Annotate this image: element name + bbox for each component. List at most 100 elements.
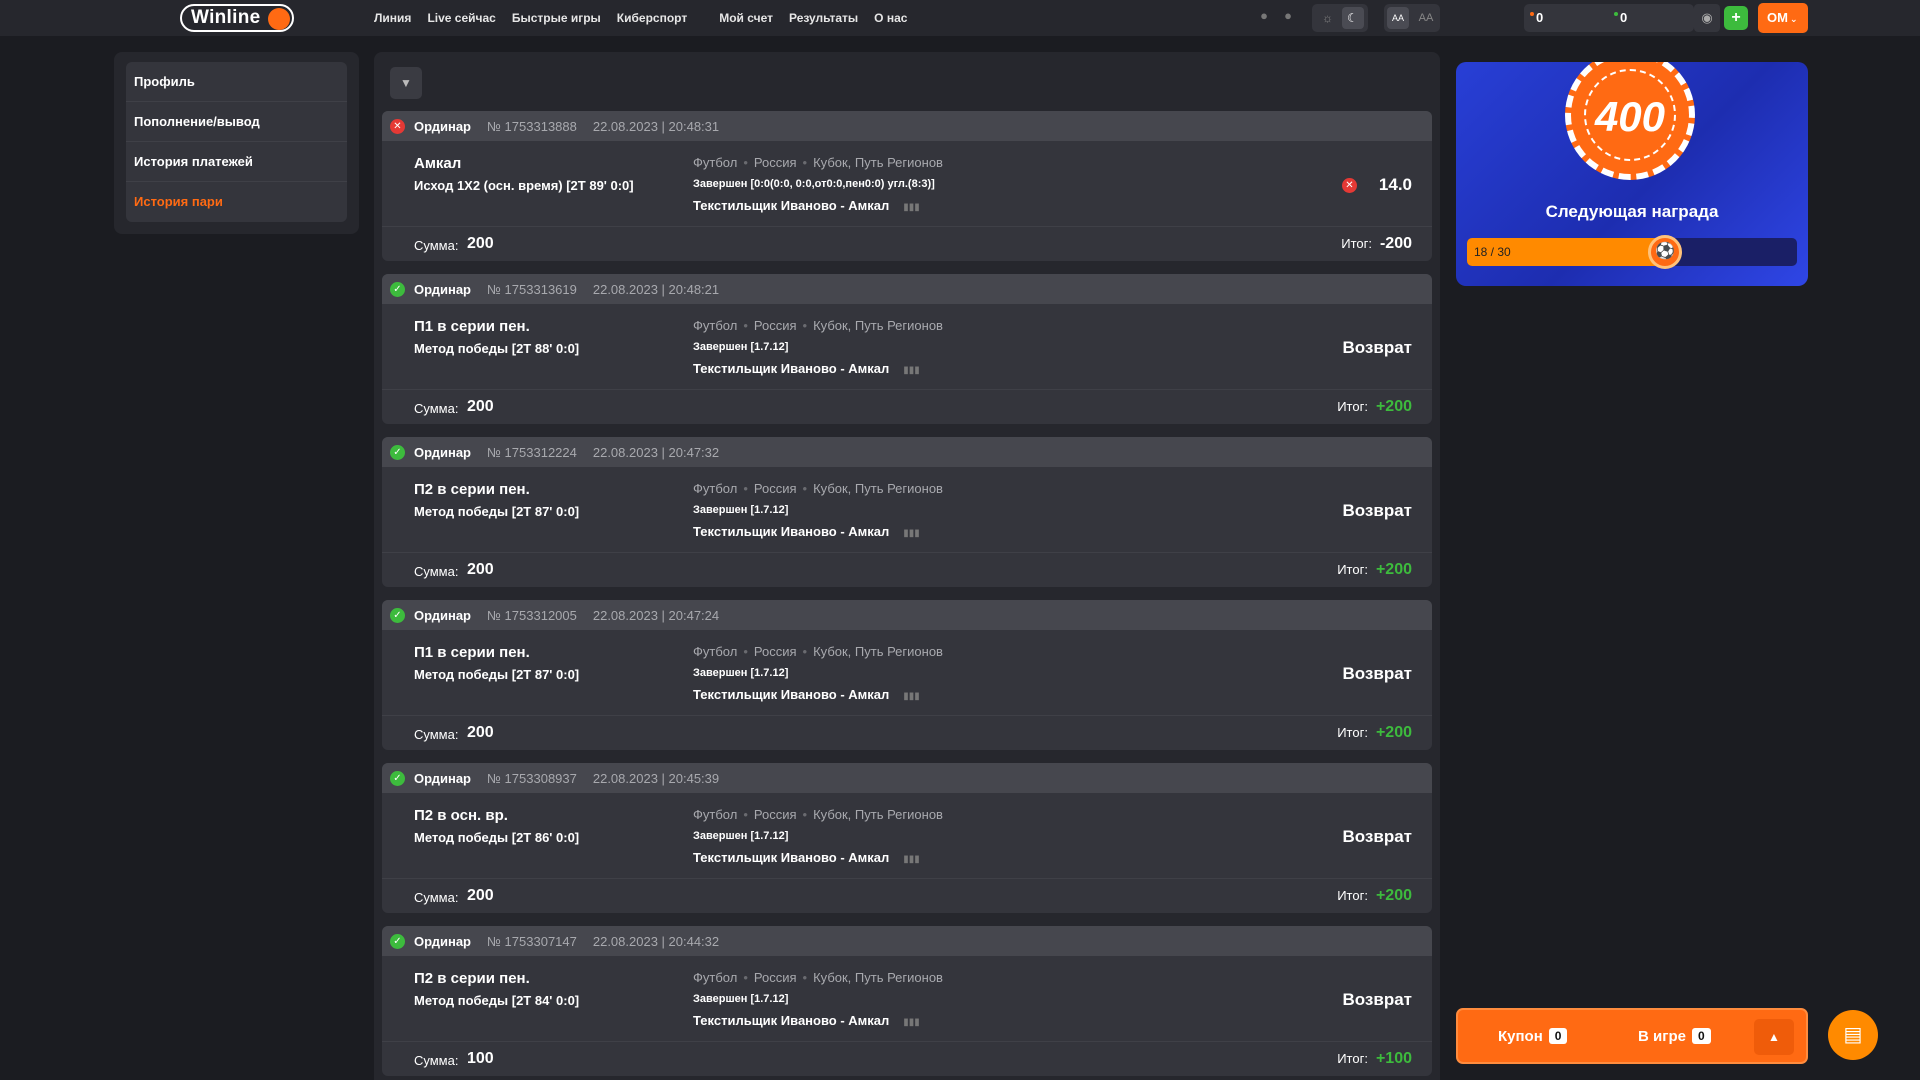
stats-icon[interactable]: ▮▮▮ xyxy=(903,691,920,702)
bet-card[interactable]: ✓ Ординар № 1753313619 22.08.2023 | 20:4… xyxy=(382,274,1432,424)
chat-icon[interactable]: ▤ xyxy=(1828,1010,1878,1060)
eye-icon[interactable]: ◉ xyxy=(1694,4,1720,32)
user-menu-button[interactable]: OM ⌄ xyxy=(1758,3,1808,33)
event-teams[interactable]: Текстильщик Иваново - Амкал ▮▮▮ xyxy=(693,687,920,702)
progress-text: 18 / 30 xyxy=(1474,245,1511,259)
lose-icon: ✕ xyxy=(1341,178,1357,193)
status-icon: ✕ xyxy=(390,118,405,134)
stats-icon[interactable]: ▮▮▮ xyxy=(903,854,920,865)
stats-icon[interactable]: ▮▮▮ xyxy=(903,528,920,539)
sidebar-item-bet-history[interactable]: История пари xyxy=(126,182,347,222)
top-header: Winline Линия Live сейчас Быстрые игры К… xyxy=(0,0,1920,36)
country: Россия xyxy=(753,807,797,822)
stats-icon[interactable]: ▮▮▮ xyxy=(903,202,920,213)
bet-card-body: П2 в серии пен. Метод победы [2Т 84' 0:0… xyxy=(382,956,1432,1042)
result-label: Итог: xyxy=(1337,725,1368,740)
result-label: Итог: xyxy=(1337,399,1368,414)
reward-widget[interactable]: 400 Следующая награда 18 / 30 ⚽ xyxy=(1456,62,1808,286)
event-teams[interactable]: Текстильщик Иваново - Амкал ▮▮▮ xyxy=(693,198,920,213)
chevron-up-icon[interactable]: ▲ xyxy=(1754,1019,1794,1055)
bet-card-footer: Сумма: 200 Итог: +200 xyxy=(382,879,1432,913)
bet-outcome: Возврат xyxy=(1342,664,1412,683)
nav-esports[interactable]: Киберспорт xyxy=(617,11,687,25)
bet-card[interactable]: ✓ Ординар № 1753308937 22.08.2023 | 20:4… xyxy=(382,763,1432,913)
bet-outcome: Возврат xyxy=(1342,827,1412,846)
bet-card[interactable]: ✕ Ординар № 1753313888 22.08.2023 | 20:4… xyxy=(382,111,1432,261)
country: Россия xyxy=(753,318,797,333)
nav-line[interactable]: Линия xyxy=(374,11,411,25)
bet-result: Итог: +200 xyxy=(1337,561,1412,579)
bet-market: Метод победы [2Т 87' 0:0] xyxy=(414,504,580,519)
app-links: ● ● xyxy=(1256,8,1296,24)
status-icon: ✓ xyxy=(390,933,405,949)
bet-card[interactable]: ✓ Ординар № 1753307147 22.08.2023 | 20:4… xyxy=(382,926,1432,1076)
winline-logo[interactable]: Winline xyxy=(180,4,294,32)
nav-about[interactable]: О нас xyxy=(874,11,907,25)
poker-chip-icon: 400 xyxy=(1565,62,1695,180)
bet-number: № 1753313619 xyxy=(487,281,577,297)
theme-switcher: ☼ ☾ xyxy=(1312,4,1368,32)
sum-label: Сумма: xyxy=(414,727,459,742)
chip-value: 400 xyxy=(1584,69,1676,161)
balance-bonus: 0 xyxy=(1614,10,1627,25)
apple-icon[interactable]: ● xyxy=(1280,8,1296,24)
bet-card-footer: Сумма: 200 Итог: +200 xyxy=(382,390,1432,424)
nav-live[interactable]: Live сейчас xyxy=(427,11,495,25)
event-status: Завершен [1.7.12] xyxy=(693,830,789,842)
bet-card[interactable]: ✓ Ординар № 1753312224 22.08.2023 | 20:4… xyxy=(382,437,1432,587)
event-teams[interactable]: Текстильщик Иваново - Амкал ▮▮▮ xyxy=(693,361,920,376)
stats-icon[interactable]: ▮▮▮ xyxy=(903,365,920,376)
bet-market: Исход 1Х2 (осн. время) [2Т 89' 0:0] xyxy=(414,178,634,193)
sport: Футбол xyxy=(693,644,738,659)
nav-fast-games[interactable]: Быстрые игры xyxy=(512,11,601,25)
deposit-plus-button[interactable]: + xyxy=(1724,6,1748,30)
bet-card-body: П2 в осн. вр. Метод победы [2Т 86' 0:0] … xyxy=(382,793,1432,879)
bet-market: Метод победы [2Т 87' 0:0] xyxy=(414,667,580,682)
bet-datetime: 22.08.2023 | 20:48:21 xyxy=(592,281,720,297)
in-game-tab[interactable]: В игре 0 xyxy=(1638,1028,1711,1045)
in-game-count: 0 xyxy=(1691,1028,1711,1044)
event-teams[interactable]: Текстильщик Иваново - Амкал ▮▮▮ xyxy=(693,524,920,539)
coupon-count: 0 xyxy=(1548,1028,1568,1044)
font-small-button[interactable]: AA xyxy=(1387,7,1409,29)
league: Кубок, Путь Регионов xyxy=(813,318,943,333)
bet-outcome: Возврат xyxy=(1342,338,1412,357)
event-meta: Футбол • Россия • Кубок, Путь Регионов xyxy=(693,155,943,170)
nav-results[interactable]: Результаты xyxy=(789,11,858,25)
sum-label: Сумма: xyxy=(414,401,459,416)
bet-title: Амкал xyxy=(414,155,462,172)
result-label: Итог: xyxy=(1341,236,1372,251)
event-teams[interactable]: Текстильщик Иваново - Амкал ▮▮▮ xyxy=(693,1013,920,1028)
sum-value: 100 xyxy=(467,1050,494,1067)
filter-icon[interactable]: ▼ xyxy=(390,67,422,99)
bet-type: Ординар xyxy=(414,444,471,460)
sidebar-item-deposit[interactable]: Пополнение/вывод xyxy=(126,102,347,142)
bet-datetime: 22.08.2023 | 20:47:24 xyxy=(592,607,720,623)
sum-value: 200 xyxy=(467,887,494,904)
ball-icon: ⚽ xyxy=(1648,235,1682,269)
sun-icon[interactable]: ☼ xyxy=(1317,7,1339,29)
bet-number: № 1753313888 xyxy=(487,118,577,134)
event-teams[interactable]: Текстильщик Иваново - Амкал ▮▮▮ xyxy=(693,850,920,865)
bet-datetime: 22.08.2023 | 20:47:32 xyxy=(592,444,720,460)
sum-value: 200 xyxy=(467,724,494,741)
bet-title: П2 в серии пен. xyxy=(414,481,530,498)
event-meta: Футбол • Россия • Кубок, Путь Регионов xyxy=(693,644,943,659)
stats-icon[interactable]: ▮▮▮ xyxy=(903,1017,920,1028)
bet-result: Итог: -200 xyxy=(1341,235,1412,253)
bet-result: Итог: +100 xyxy=(1337,1050,1412,1068)
result-value: +200 xyxy=(1375,561,1412,578)
moon-icon[interactable]: ☾ xyxy=(1341,7,1364,29)
android-icon[interactable]: ● xyxy=(1256,8,1272,24)
sidebar-item-profile[interactable]: Профиль xyxy=(126,62,347,102)
event-status: Завершен [1.7.12] xyxy=(693,667,789,679)
nav-my-account[interactable]: Мой счет xyxy=(719,11,773,25)
bet-number: № 1753307147 xyxy=(487,933,577,949)
bet-card[interactable]: ✓ Ординар № 1753312005 22.08.2023 | 20:4… xyxy=(382,600,1432,750)
sidebar-item-payments[interactable]: История платежей xyxy=(126,142,347,182)
coupon-tab[interactable]: Купон 0 xyxy=(1498,1028,1568,1045)
account-menu: Профиль Пополнение/вывод История платеже… xyxy=(126,62,347,222)
status-icon: ✓ xyxy=(390,444,405,460)
bet-number: № 1753312005 xyxy=(487,607,577,623)
font-large-button[interactable]: AA xyxy=(1415,7,1437,29)
